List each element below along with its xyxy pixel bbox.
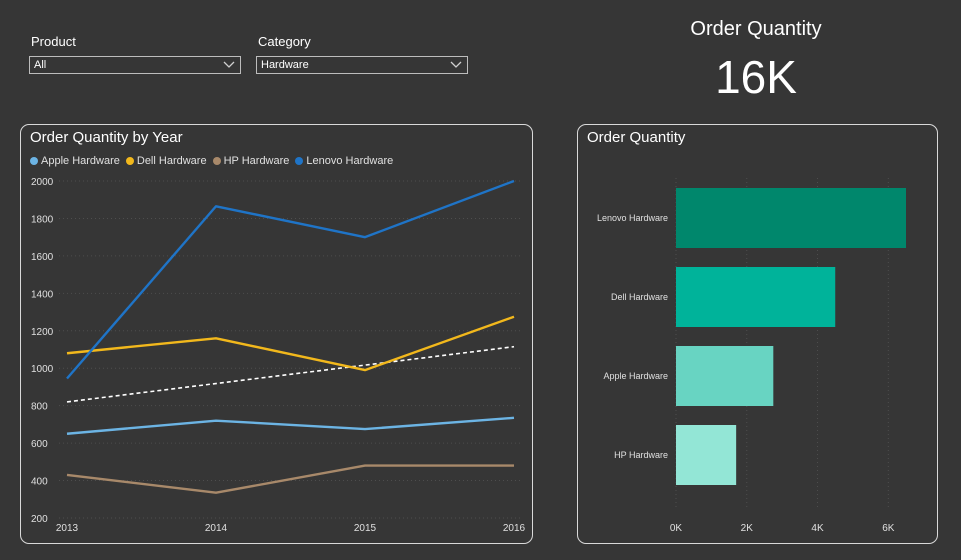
legend-dot xyxy=(125,157,134,165)
category-slicer-label: Category xyxy=(258,34,311,49)
category-dropdown-value: Hardware xyxy=(261,59,309,71)
legend-item-dell[interactable]: Dell Hardware xyxy=(125,155,207,167)
legend-item-apple[interactable]: Apple Hardware xyxy=(30,155,120,167)
product-dropdown[interactable]: All xyxy=(29,56,241,74)
legend-label: Apple Hardware xyxy=(41,155,120,167)
chevron-down-icon xyxy=(223,61,235,68)
product-slicer-label: Product xyxy=(31,34,76,49)
category-dropdown[interactable]: Hardware xyxy=(256,56,468,74)
legend-label: Lenovo Hardware xyxy=(306,155,394,167)
line-chart-legend: Apple Hardware Dell Hardware HP Hardware… xyxy=(30,155,393,167)
legend-dot xyxy=(212,157,221,165)
legend-item-hp[interactable]: HP Hardware xyxy=(212,155,290,167)
chevron-down-icon xyxy=(450,61,462,68)
legend-label: HP Hardware xyxy=(223,155,290,167)
kpi-title: Order Quantity xyxy=(690,18,822,40)
legend-item-lenovo[interactable]: Lenovo Hardware xyxy=(295,155,393,167)
legend-dot xyxy=(295,157,304,165)
legend-label: Dell Hardware xyxy=(136,155,207,167)
product-slicer: Product All xyxy=(29,34,241,74)
category-slicer: Category Hardware xyxy=(256,34,468,74)
product-dropdown-value: All xyxy=(34,59,47,71)
line-chart-card: Order Quantity by Year Apple Hardware De… xyxy=(20,124,533,544)
bar-chart-title: Order Quantity xyxy=(587,129,686,146)
legend-dot xyxy=(30,157,38,165)
bar-chart-card: Order Quantity xyxy=(577,124,938,544)
line-chart-title: Order Quantity by Year xyxy=(30,129,183,146)
kpi-value: 16K xyxy=(715,51,797,103)
